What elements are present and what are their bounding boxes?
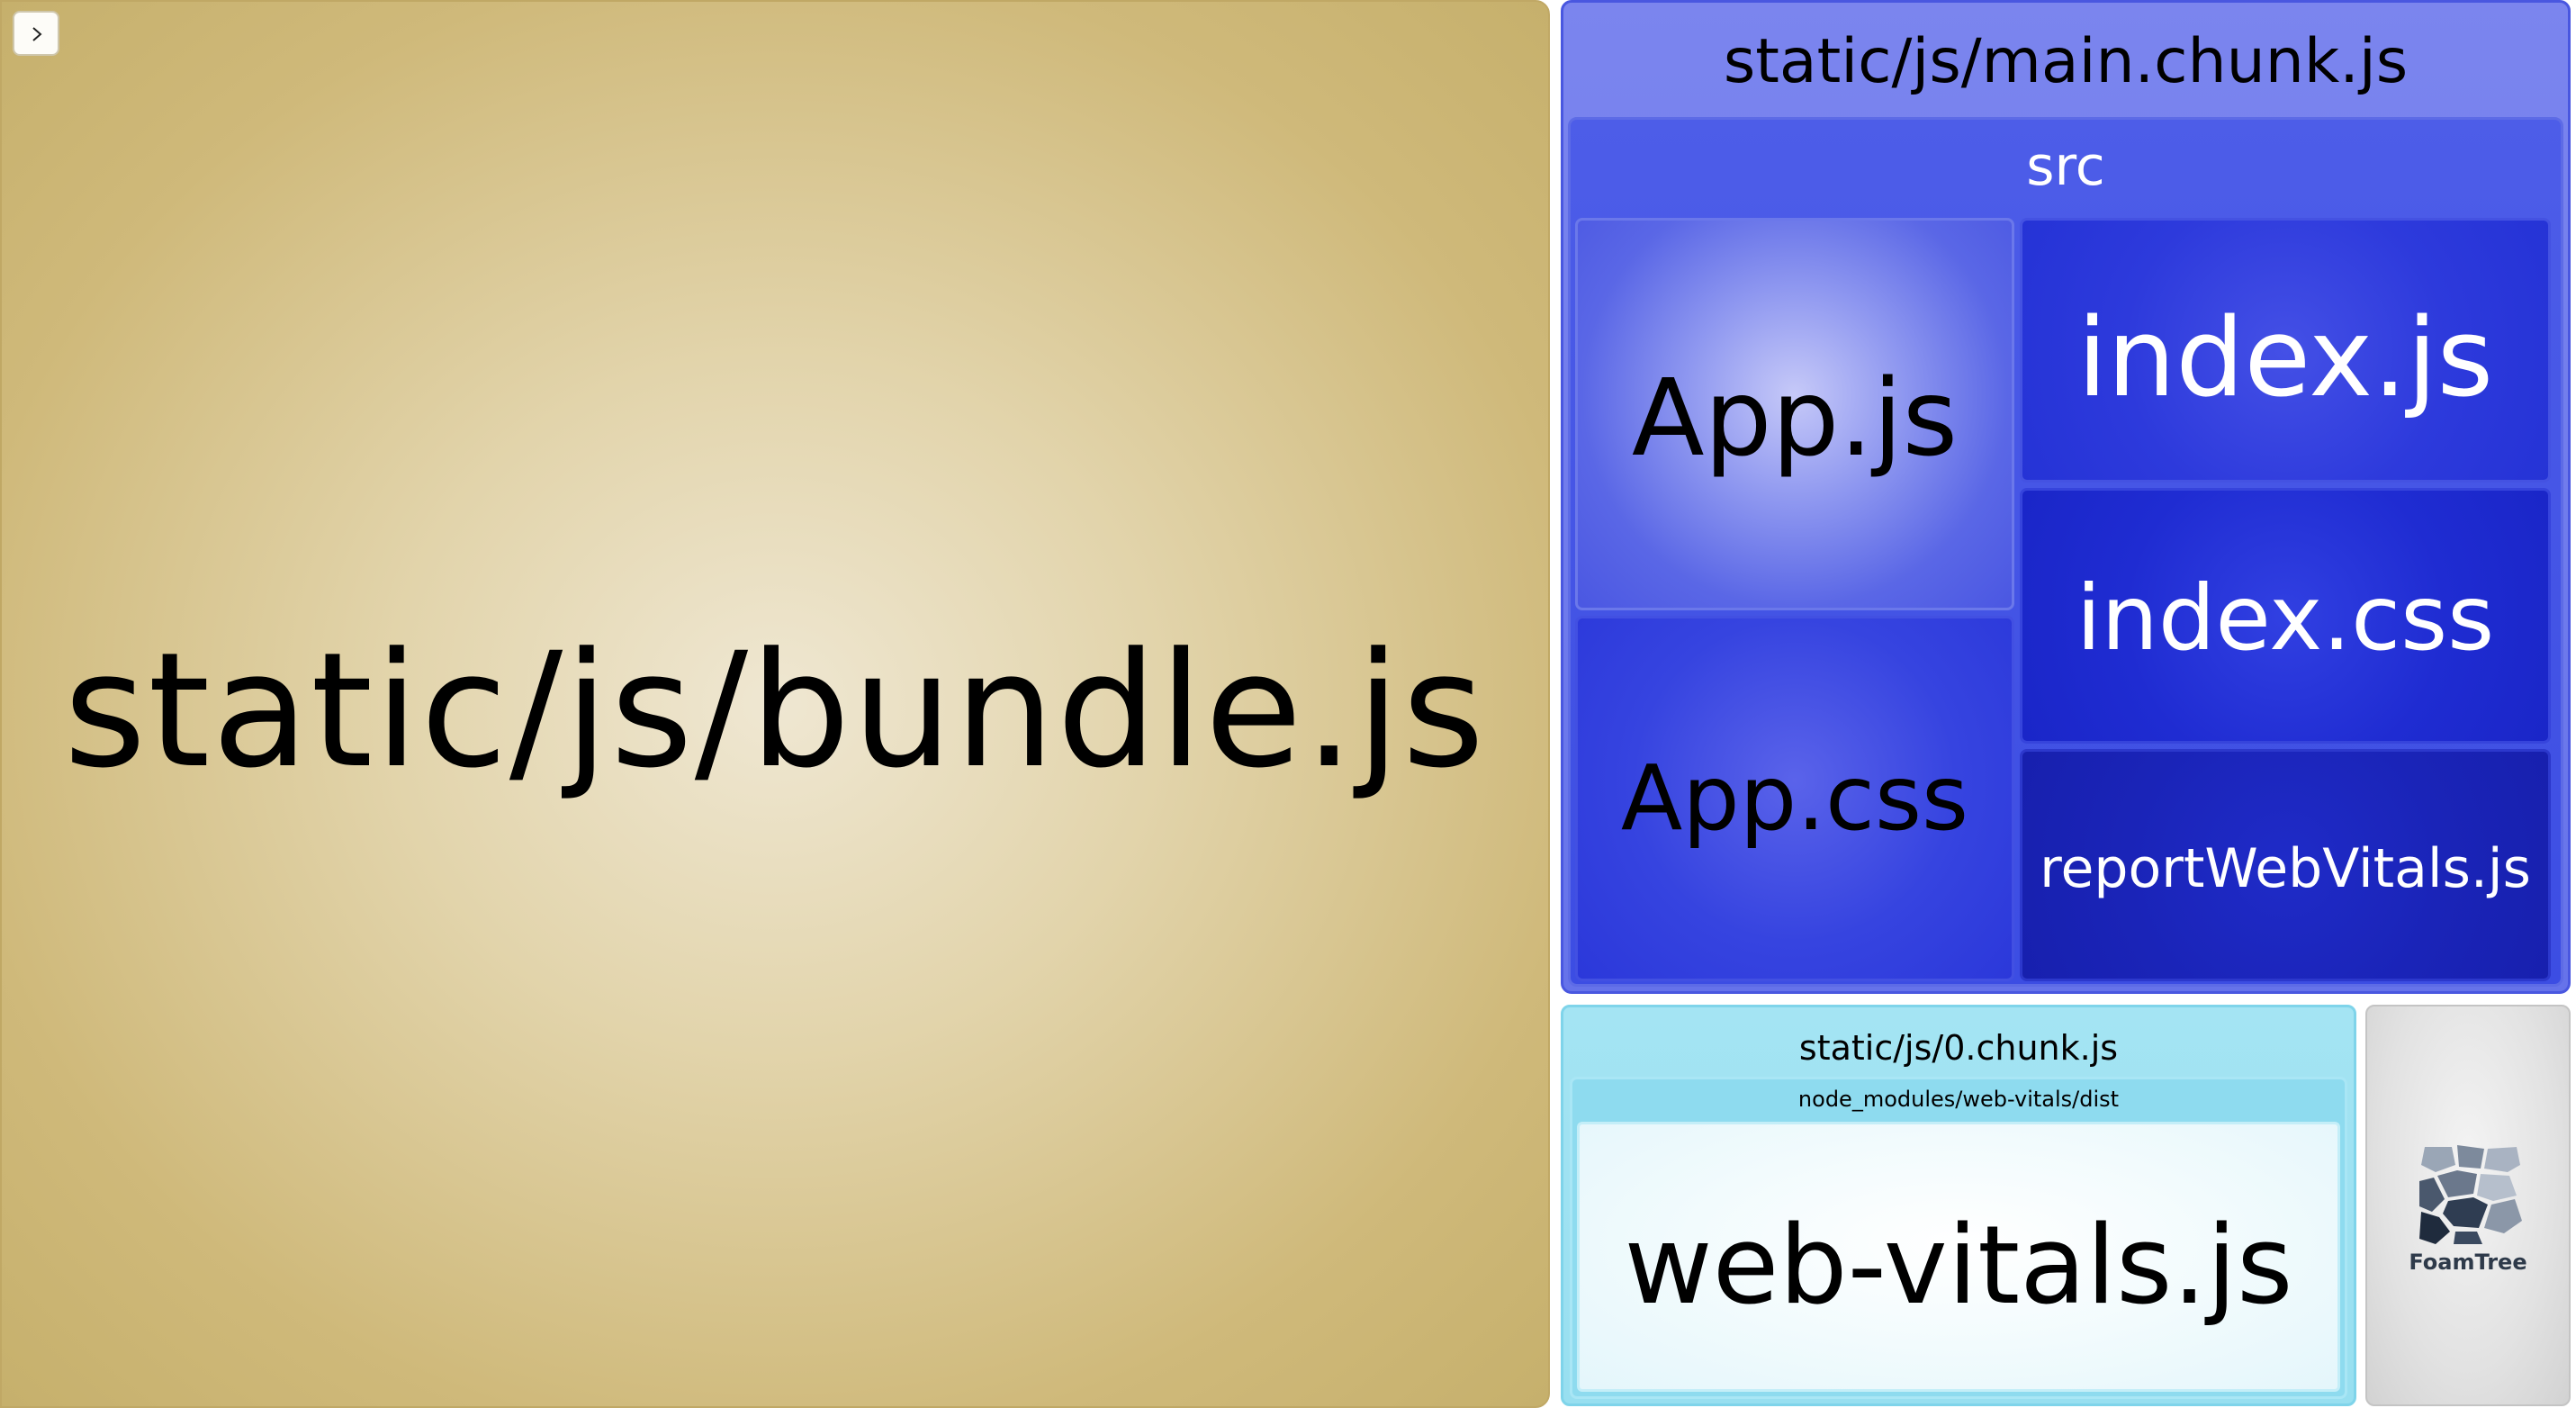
node-label: index.css (2076, 565, 2495, 671)
treemap-node-web-vitals-js[interactable]: web-vitals.js (1577, 1122, 2340, 1392)
sidebar-toggle-button[interactable] (13, 11, 59, 56)
treemap-node-report-web-vitals-js[interactable]: reportWebVitals.js (2020, 749, 2551, 981)
foamtree-label: FoamTree (2409, 1250, 2527, 1275)
foamtree-branding[interactable]: FoamTree (2365, 1005, 2571, 1406)
foamtree-logo-icon (2419, 1145, 2522, 1244)
chevron-right-icon (32, 27, 42, 41)
node-label: web-vitals.js (1624, 1204, 2293, 1329)
node-label: index.js (2076, 296, 2494, 421)
node-label: reportWebVitals.js (2040, 837, 2531, 900)
node-label: static/js/bundle.js (63, 618, 1487, 803)
treemap-node-app-js[interactable]: App.js (1575, 218, 2014, 610)
node-label: static/js/0.chunk.js (1798, 1028, 2119, 1068)
node-label: static/js/main.chunk.js (1723, 26, 2409, 97)
treemap-node-index-css[interactable]: index.css (2020, 488, 2551, 744)
treemap-node-index-js[interactable]: index.js (2020, 218, 2551, 483)
node-label: node_modules/web-vitals/dist (1797, 1087, 2120, 1112)
node-label: App.css (1620, 745, 1969, 851)
node-label: src (2026, 135, 2105, 198)
treemap-node-app-css[interactable]: App.css (1575, 616, 2014, 981)
treemap-node-bundle-js[interactable]: static/js/bundle.js (0, 0, 1550, 1408)
node-label: App.js (1631, 356, 1959, 480)
